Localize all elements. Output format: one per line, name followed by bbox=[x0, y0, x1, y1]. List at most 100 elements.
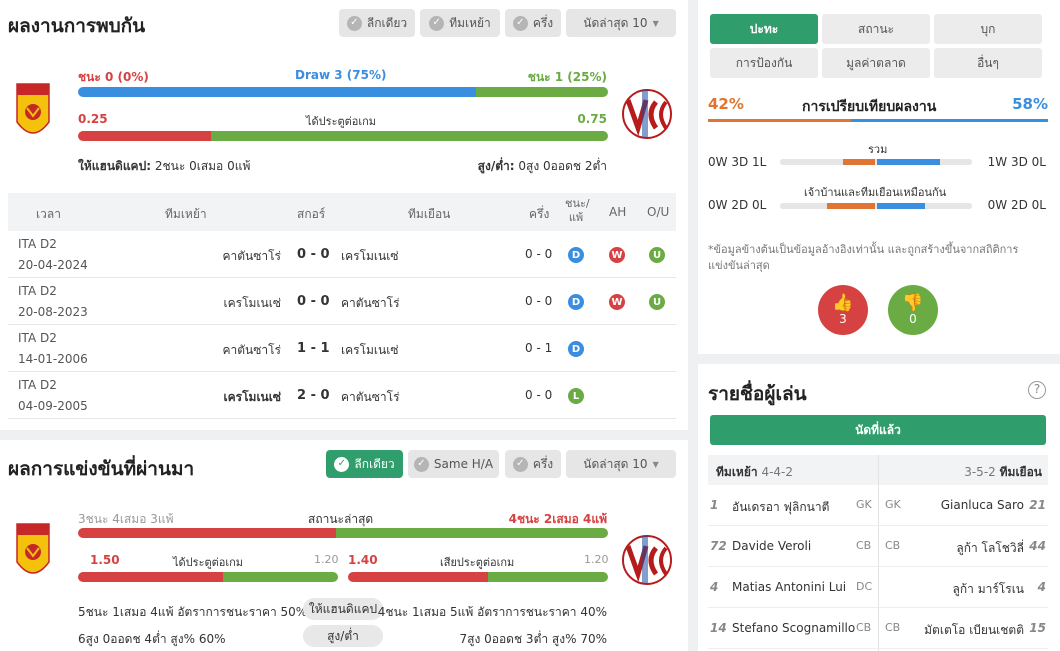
recent-select[interactable]: นัดล่าสุด 10 ▼ bbox=[566, 9, 676, 37]
total-away: 1W 3D 0L bbox=[987, 155, 1046, 169]
row-league: ITA D2 bbox=[18, 237, 57, 251]
home-player-pos: DC bbox=[856, 580, 873, 593]
handicap-pill: ให้แฮนดิแคป bbox=[303, 598, 383, 620]
away-player-name[interactable]: ลูก้า โลโชวิลี่ bbox=[956, 539, 1024, 558]
compare-split-bar bbox=[708, 119, 1048, 122]
home-player-number: 14 bbox=[710, 621, 727, 635]
away-player-pos: GK bbox=[885, 498, 901, 511]
away-player-pos: CB bbox=[885, 539, 901, 552]
row-half: 0 - 0 bbox=[525, 294, 553, 308]
filter-home-team[interactable]: ✓ ทีมเหย้า bbox=[420, 9, 500, 37]
away-player-number: 21 bbox=[1029, 498, 1046, 512]
away-pct-share bbox=[850, 119, 1048, 122]
compare-panel: ปะทะ สถานะ บุก การป้องกัน มูลค่าตลาด อื่… bbox=[698, 0, 1060, 354]
away-player-name[interactable]: ลูก้า มาร์โรเน bbox=[953, 580, 1024, 599]
row-date: 20-04-2024 bbox=[18, 258, 88, 272]
total-away-fill bbox=[877, 159, 940, 165]
help-icon[interactable]: ? bbox=[1028, 381, 1046, 399]
home-player-name[interactable]: Stefano Scognamillo bbox=[732, 621, 855, 635]
home-player-name[interactable]: Matias Antonini Lui bbox=[732, 580, 846, 594]
disclaimer-note: *ข้อมูลข้างต้นเป็นข้อมูลอ้างอิงเท่านั้น … bbox=[708, 243, 1019, 272]
tab-h2h[interactable]: ปะทะ bbox=[710, 14, 818, 44]
table-row[interactable]: ITA D2 20-08-2023 เครโมเนเซ่ 0 - 0 คาตันซาโร… bbox=[8, 278, 676, 325]
away-player-number: 4 bbox=[1037, 580, 1046, 594]
tab-market-value[interactable]: มูลค่าตลาด bbox=[822, 48, 930, 78]
check-icon: ✓ bbox=[334, 456, 350, 472]
row-home-team: เครโมเนเซ่ bbox=[223, 296, 281, 310]
tab-others[interactable]: อื่นๆ bbox=[934, 48, 1042, 78]
away-player-name[interactable]: มัตเตโอ เบียนเชตติ bbox=[924, 621, 1024, 640]
row-league: ITA D2 bbox=[18, 284, 57, 298]
ou-badge: U bbox=[649, 294, 665, 310]
cremonese-logo bbox=[622, 535, 672, 585]
goals-bar bbox=[78, 131, 608, 141]
lineup-row: 1 อันเดรอา ฟุลิกนาตี GK GK Gianluca Saro 21 bbox=[708, 485, 1048, 526]
home-player-pos: GK bbox=[856, 498, 872, 511]
away-form: 4ชนะ 2เสมอ 4แพ้ bbox=[508, 512, 607, 526]
draw-share bbox=[78, 87, 476, 97]
wl-badge: D bbox=[568, 341, 584, 357]
tab-status[interactable]: สถานะ bbox=[822, 14, 930, 44]
ou-summary: สูง/ต่ำ: 0สูง 0ออดช 2ต่ำ bbox=[477, 159, 607, 173]
like-button[interactable]: 👍 3 bbox=[818, 285, 868, 335]
row-league: ITA D2 bbox=[18, 378, 57, 392]
thumbs-down-icon: 👎 bbox=[902, 293, 924, 313]
away-player-name[interactable]: Gianluca Saro bbox=[941, 498, 1024, 512]
away-pct: 58% bbox=[1012, 95, 1048, 113]
home-player-name[interactable]: อันเดรอา ฟุลิกนาตี bbox=[732, 498, 829, 517]
home-handicap: 5ชนะ 1เสมอ 4แพ้ อัตราการชนะราคา 50% bbox=[78, 605, 308, 619]
home-ou: 6สูง 0ออดช 4ต่ำ สูง% 60% bbox=[78, 632, 226, 646]
h2h-table-header: เวลา ทีมเหย้า สกอร์ ทีมเยือน ครึ่ง ชนะ/แ… bbox=[8, 193, 676, 231]
scored-home-share bbox=[78, 572, 223, 582]
table-row[interactable]: ITA D2 14-01-2006 คาตันซาโร่ 1 - 1 เครโมเนเซ… bbox=[8, 325, 676, 372]
check-icon: ✓ bbox=[346, 15, 362, 31]
ah-badge: W bbox=[609, 247, 625, 263]
result-bar bbox=[78, 87, 608, 97]
catanzaro-logo bbox=[16, 83, 50, 134]
scored-away-share bbox=[222, 572, 338, 582]
home-player-name[interactable]: Davide Veroli bbox=[732, 539, 811, 553]
last-match-button[interactable]: นัดที่แล้ว bbox=[710, 415, 1046, 445]
away-conceded-right: 1.20 bbox=[584, 553, 609, 566]
filter-same-league[interactable]: ✓ ลีกเดียว bbox=[339, 9, 415, 37]
filter-half[interactable]: ✓ ครึ่ง bbox=[505, 9, 561, 37]
dislike-button[interactable]: 👎 0 bbox=[888, 285, 938, 335]
away-player-pos: CB bbox=[885, 621, 901, 634]
same-away-fill bbox=[877, 203, 925, 209]
draw-text: Draw 3 (75%) bbox=[295, 68, 387, 82]
row-home-team: คาตันซาโร่ bbox=[222, 249, 281, 263]
form-label: สถานะล่าสุด bbox=[308, 512, 374, 526]
row-league: ITA D2 bbox=[18, 331, 57, 345]
away-handicap: 4ชนะ 1เสมอ 5แพ้ อัตราการชนะราคา 40% bbox=[377, 605, 607, 619]
recent-panel: ผลการแข่งขันที่ผ่านมา ✓ ลีกเดียว ✓ Same H/… bbox=[0, 440, 688, 651]
tab-defense[interactable]: การป้องกัน bbox=[710, 48, 818, 78]
recent-select-2[interactable]: นัดล่าสุด 10 ▼ bbox=[566, 450, 676, 478]
filter-same-league-recent[interactable]: ✓ ลีกเดียว bbox=[326, 450, 403, 478]
filter-half-recent[interactable]: ✓ ครึ่ง bbox=[505, 450, 561, 478]
tab-attack[interactable]: บุก bbox=[934, 14, 1042, 44]
table-row[interactable]: ITA D2 20-04-2024 คาตันซาโร่ 0 - 0 เครโมเนเซ… bbox=[8, 231, 676, 278]
total-home: 0W 3D 1L bbox=[708, 155, 767, 169]
away-goals-share bbox=[210, 131, 608, 141]
check-icon: ✓ bbox=[512, 15, 528, 31]
row-home-team: เครโมเนเซ่ bbox=[223, 390, 281, 404]
lineup-row: 14 Stefano Scognamillo CB CB มัตเตโอ เบียนเช… bbox=[708, 608, 1048, 649]
away-goals-avg: 0.75 bbox=[577, 112, 607, 126]
home-player-pos: CB bbox=[856, 539, 872, 552]
same-away: 0W 2D 0L bbox=[987, 198, 1046, 212]
like-count: 3 bbox=[839, 312, 847, 326]
goals-label: ได้ประตูต่อเกม bbox=[306, 115, 377, 128]
home-scored-right: 1.20 bbox=[314, 553, 339, 566]
compare-title: การเปรียบเทียบผลงาน bbox=[802, 99, 937, 115]
filter-same-ha[interactable]: ✓ Same H/A bbox=[408, 450, 499, 478]
conceded-label: เสียประตูต่อเกม bbox=[440, 556, 515, 569]
row-away-team: เครโมเนเซ่ bbox=[341, 249, 399, 263]
ah-badge: W bbox=[609, 294, 625, 310]
lineup-row: 72 Davide Veroli CB CB ลูก้า โลโชวิลี่ 44 bbox=[708, 526, 1048, 567]
away-scored: 1.40 bbox=[348, 553, 378, 567]
row-away-team: คาตันซาโร่ bbox=[341, 296, 400, 310]
home-pct-share bbox=[708, 119, 851, 122]
row-score: 2 - 0 bbox=[297, 388, 330, 403]
cremonese-logo bbox=[622, 89, 672, 139]
table-row[interactable]: ITA D2 04-09-2005 เครโมเนเซ่ 2 - 0 คาตันซาโร… bbox=[8, 372, 676, 419]
